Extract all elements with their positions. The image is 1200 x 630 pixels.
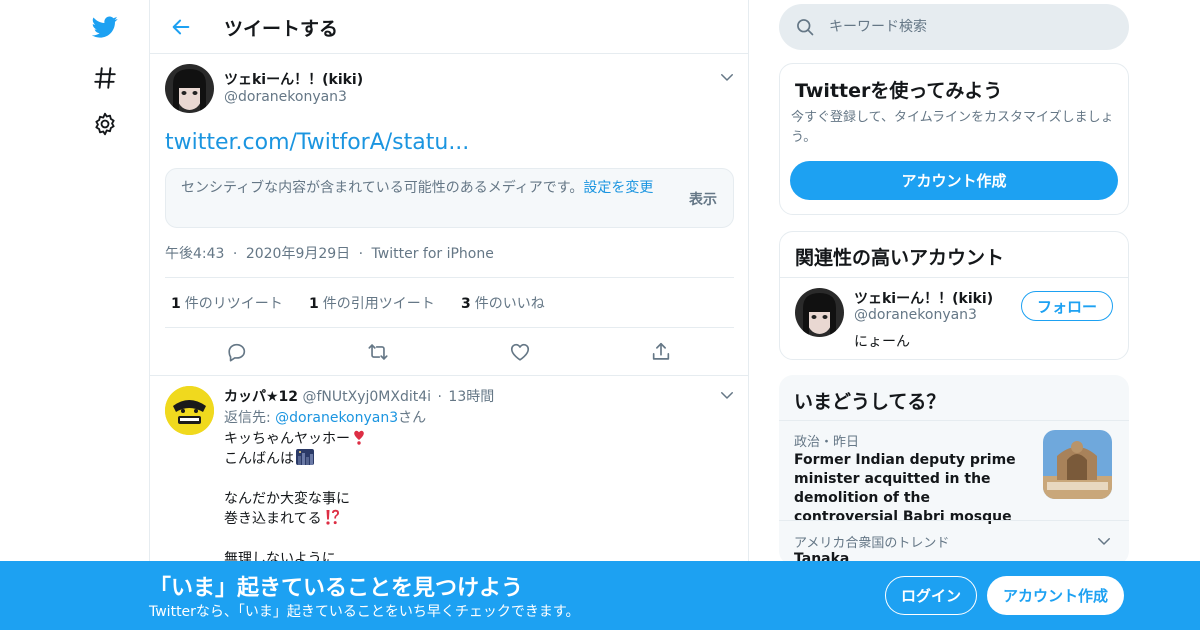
reply-avatar[interactable] [165,386,214,435]
reply-header: カッパ★12 @fNUtXyj0MXdit4i · 13時間 [224,389,495,405]
exclamation-question-emoji-icon [324,509,340,525]
trends-card-title: いまどうしてる？ [794,391,946,413]
reply-author-name[interactable]: カッパ★12 [224,389,298,405]
tweet-stats: 1 件のリツイート 1 件の引用ツイート 3 件のいいね [165,277,734,328]
divider [779,420,1129,421]
trend-1-headline[interactable]: Former Indian deputy prime minister acqu… [794,451,1034,527]
retweets-stat[interactable]: 1 件のリツイート [171,293,283,313]
reply-line-1: キッちゃんヤッホー [224,431,350,447]
quotes-stat[interactable]: 1 件の引用ツイート [309,293,435,313]
reply-author-handle[interactable]: @fNUtXyj0MXdit4i [303,389,432,405]
back-arrow-icon[interactable] [168,14,194,40]
sensitive-text: センシティブな内容が含まれている可能性のあるメディアです。設定を変更 [181,180,654,196]
left-nav [0,0,150,630]
show-media-button[interactable]: 表示 [689,189,717,209]
signup-card: Twitterを使ってみよう 今すぐ登録して、タイムラインをカスタマイズしましょ… [779,63,1129,215]
search-box[interactable] [779,4,1129,50]
search-icon [795,17,815,37]
avatar[interactable] [165,64,214,113]
related-card-title: 関連性の高いアカウント [795,247,1005,269]
bottom-banner: 「いま」起きていることを見つけよう Twitterなら、「いま」起きていることを… [0,561,1200,630]
chevron-down-icon[interactable] [718,68,736,86]
gear-icon[interactable] [89,108,121,140]
reply-body: キッちゃんヤッホー こんばんは なんだか大変な事に 巻き込まれてる 無理しないように [224,429,366,569]
login-button[interactable]: ログイン [885,576,977,615]
follow-button[interactable]: フォロー [1021,291,1113,321]
related-avatar[interactable] [795,288,844,337]
reply-line-2: こんばんは [224,451,294,467]
trends-card: いまどうしてる？ 政治・昨日 Former Indian deputy prim… [779,375,1129,565]
twitter-logo-icon[interactable] [89,11,121,43]
author-name[interactable]: ツェkiーん！！(kiki) [224,69,363,89]
related-handle[interactable]: @doranekonyan3 [854,307,977,323]
search-input[interactable] [829,15,1109,39]
reply-to-line: 返信先: @doranekonyan3さん [224,410,427,426]
reply-line-3: なんだか大変な事に [224,491,350,507]
divider [779,520,1129,521]
reply-chevron-down-icon[interactable] [718,386,736,404]
trend-1-category: 政治・昨日 [794,435,860,450]
tweet-date: 2020年9月29日 [245,246,351,262]
main-tweet: ツェkiーん！！(kiki) @doranekonyan3 twitter.co… [150,54,748,376]
like-icon[interactable] [509,341,531,363]
tweet-link[interactable]: twitter.com/TwitforA/statu... [165,130,469,155]
reply-time[interactable]: 13時間 [448,389,494,405]
author-handle[interactable]: @doranekonyan3 [224,89,347,105]
reply-icon[interactable] [226,341,248,363]
trend-1-thumbnail[interactable] [1043,430,1112,499]
tweet-meta: 午後4:43 · 2020年9月29日 · Twitter for iPhone [165,246,494,262]
trend-2-chevron-down-icon[interactable] [1095,532,1113,550]
signup-card-description: 今すぐ登録して、タイムラインをカスタマイズしましょう。 [791,110,1114,145]
sensitive-settings-link[interactable]: 設定を変更 [583,180,653,196]
night-city-emoji-icon [296,449,314,465]
tweet-time: 午後4:43 [165,246,225,262]
heart-exclamation-emoji-icon [352,429,366,445]
retweet-icon[interactable] [367,341,389,363]
related-bio: にょーん [854,334,910,350]
main-column: ツイートする ツェkiーん！！(kiki) @doranekonyan3 twi… [149,0,749,630]
main-header: ツイートする [150,0,748,54]
banner-title: 「いま」起きていることを見つけよう [149,576,524,601]
signup-card-title: Twitterを使ってみよう [795,80,1003,102]
page-title: ツイートする [224,18,339,40]
tweet-client[interactable]: Twitter for iPhone [372,246,494,262]
signup-card-button[interactable]: アカウント作成 [790,161,1118,200]
related-accounts-card: 関連性の高いアカウント ツェkiーん！！(kiki) @doranekonyan… [779,231,1129,360]
divider [780,277,1128,278]
likes-stat[interactable]: 3 件のいいね [461,293,545,313]
reply-line-4: 巻き込まれてる [224,511,322,527]
share-icon[interactable] [650,341,672,363]
hashtag-icon[interactable] [89,62,121,94]
related-name[interactable]: ツェkiーん！！(kiki) [854,288,993,308]
reply-to-mention[interactable]: @doranekonyan3 [275,410,398,426]
sensitive-media-notice: センシティブな内容が含まれている可能性のあるメディアです。設定を変更 表示 [165,168,734,228]
signup-button[interactable]: アカウント作成 [987,576,1124,615]
trend-2-category: アメリカ合衆国のトレンド [794,536,950,551]
banner-subtitle: Twitterなら、「いま」起きていることをいち早くチェックできます。 [149,604,580,620]
reply-tweet[interactable]: カッパ★12 @fNUtXyj0MXdit4i · 13時間 返信先: @dor… [150,376,748,576]
